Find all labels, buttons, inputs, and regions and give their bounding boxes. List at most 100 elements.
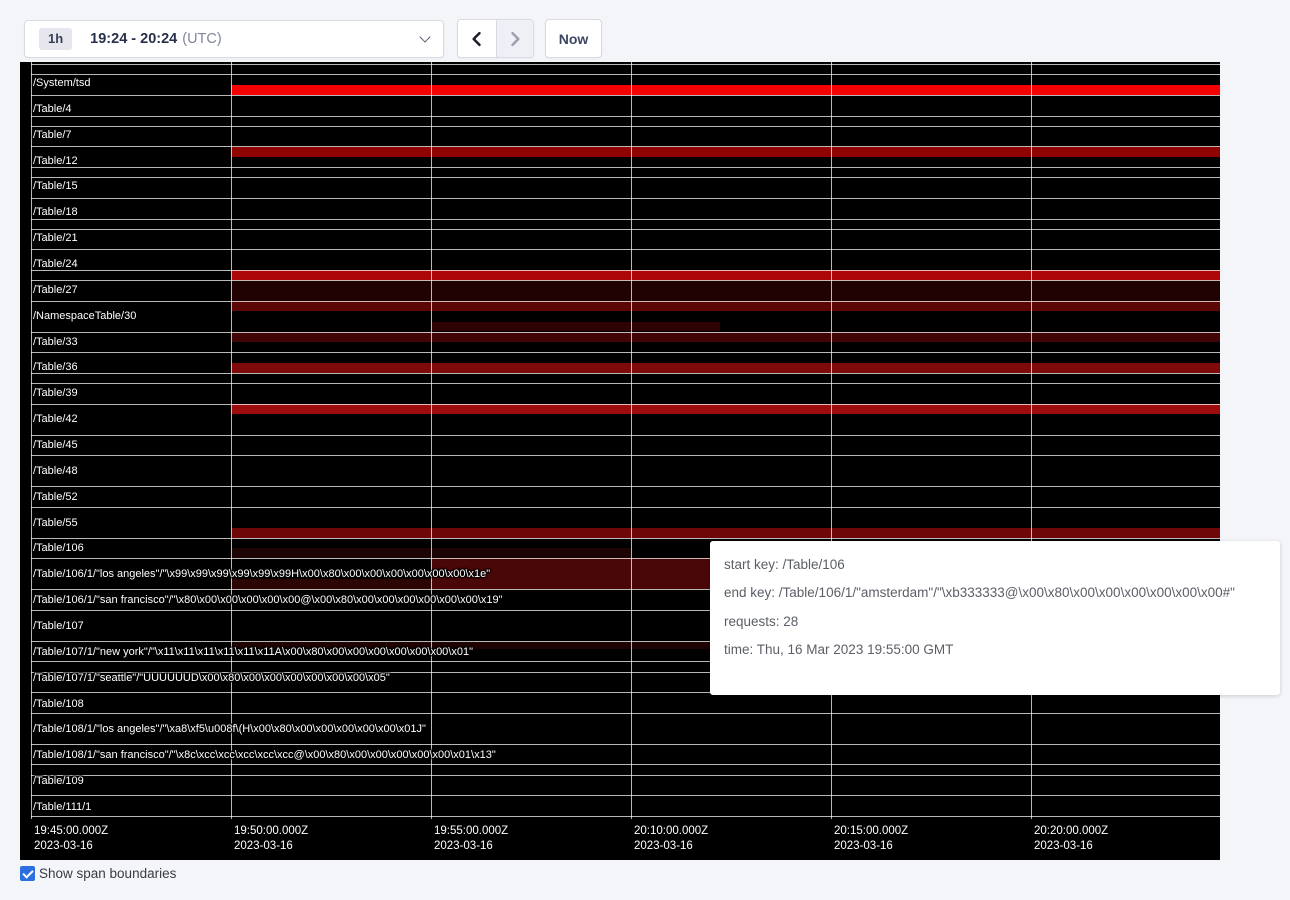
time-range-text: 19:24 - 20:24 (90, 31, 177, 47)
heat-band (231, 528, 1220, 538)
chevron-down-icon (419, 31, 430, 42)
span-boundary-line (31, 116, 1220, 117)
span-boundary-line (31, 538, 1220, 539)
show-span-boundaries-label: Show span boundaries (39, 866, 176, 882)
time-range-dropdown[interactable]: 1h 19:24 - 20:24 (UTC) (24, 20, 444, 58)
time-gridline (1031, 62, 1032, 819)
row-key-label: /System/tsd (33, 77, 90, 89)
span-boundary-line (31, 764, 1220, 765)
row-key-label: /Table/107 (33, 620, 84, 632)
span-boundary-line (31, 95, 1220, 96)
heat-band (231, 85, 1220, 95)
heat-band (231, 301, 1220, 311)
tooltip-start-key: start key: /Table/106 (724, 556, 1266, 573)
heat-band (231, 579, 431, 589)
row-key-label: /Table/24 (33, 258, 78, 270)
now-button[interactable]: Now (545, 19, 602, 58)
span-boundary-line (31, 507, 1220, 508)
heat-band (231, 270, 1220, 280)
tooltip-end-key: end key: /Table/106/1/"amsterdam"/"\xb33… (724, 584, 1266, 601)
span-boundary-line (31, 332, 1220, 333)
span-boundary-line (31, 744, 1220, 745)
axis-tick-label: 20:10:00.000Z 2023-03-16 (634, 824, 708, 854)
chevron-right-icon (505, 29, 525, 49)
span-tooltip: start key: /Table/106 end key: /Table/10… (710, 541, 1280, 695)
span-boundary-line (31, 435, 1220, 436)
span-boundary-line (31, 383, 1220, 384)
span-boundary-line (31, 270, 1220, 271)
span-boundary-line (31, 795, 1220, 796)
span-boundary-line (31, 74, 1220, 75)
span-boundary-line (31, 816, 1220, 817)
row-key-label: /Table/39 (33, 387, 78, 399)
axis-tick-label: 20:15:00.000Z 2023-03-16 (834, 824, 908, 854)
span-boundary-line (31, 167, 1220, 168)
tooltip-requests: requests: 28 (724, 613, 1266, 630)
row-key-label: /Table/12 (33, 155, 78, 167)
span-boundary-line (31, 713, 1220, 714)
row-key-label: /Table/108/1/"los angeles"/"\xa8\xf5\u00… (33, 723, 426, 735)
span-boundary-line (31, 126, 1220, 127)
prev-time-button[interactable] (458, 20, 496, 57)
span-boundary-line (31, 486, 1220, 487)
span-boundary-line (31, 404, 1220, 405)
row-key-label: /Table/109 (33, 775, 84, 787)
heat-band (231, 147, 1220, 157)
span-boundary-line (31, 198, 1220, 199)
row-key-label: /Table/42 (33, 413, 78, 425)
heat-band (231, 363, 1220, 373)
span-boundary-line (31, 352, 1220, 353)
span-boundary-line (31, 177, 1220, 178)
heat-band (231, 280, 1220, 301)
row-key-label: /Table/106 (33, 542, 84, 554)
row-key-label: /NamespaceTable/30 (33, 310, 136, 322)
span-boundary-line (31, 775, 1220, 776)
axis-tick-label: 19:55:00.000Z 2023-03-16 (434, 824, 508, 854)
row-key-label: /Table/15 (33, 180, 78, 192)
time-gridline (231, 62, 232, 819)
span-boundary-line (31, 249, 1220, 250)
row-key-label: /Table/108 (33, 698, 84, 710)
time-gridline (831, 62, 832, 819)
time-gridline (31, 62, 32, 819)
footer-controls: Show span boundaries (20, 866, 176, 882)
heat-band (231, 332, 1220, 342)
span-boundary-line (31, 280, 1220, 281)
tooltip-time: time: Thu, 16 Mar 2023 19:55:00 GMT (724, 641, 1266, 658)
row-key-label: /Table/106/1/"san francisco"/"\x80\x00\x… (33, 594, 503, 606)
row-key-label: /Table/7 (33, 129, 72, 141)
heat-band (231, 404, 1220, 414)
time-nav-group (457, 19, 534, 58)
row-key-label: /Table/27 (33, 284, 78, 296)
time-gridline (631, 62, 632, 819)
row-key-label: /Table/52 (33, 491, 78, 503)
next-time-button[interactable] (496, 20, 534, 57)
row-key-label: /Table/33 (33, 336, 78, 348)
chevron-left-icon (467, 29, 487, 49)
row-key-label: /Table/18 (33, 206, 78, 218)
axis-tick-label: 19:45:00.000Z 2023-03-16 (34, 824, 108, 854)
row-key-label: /Table/107/1/"seattle"/"UUUUUUD\x00\x80\… (33, 672, 390, 684)
row-key-label: /Table/4 (33, 103, 72, 115)
time-range-timezone: (UTC) (182, 31, 221, 47)
axis-tick-label: 20:20:00.000Z 2023-03-16 (1034, 824, 1108, 854)
span-boundary-line (31, 146, 1220, 147)
time-gridline (431, 62, 432, 819)
row-key-label: /Table/55 (33, 517, 78, 529)
key-visualizer-heatmap[interactable]: /System/tsd/Table/4/Table/7/Table/12/Tab… (20, 62, 1220, 860)
heat-band (431, 322, 720, 331)
row-key-label: /Table/45 (33, 439, 78, 451)
time-range-badge: 1h (39, 28, 72, 50)
row-key-label: /Table/108/1/"san francisco"/"\x8c\xcc\x… (33, 749, 496, 761)
span-boundary-line (31, 64, 1220, 65)
span-boundary-line (31, 455, 1220, 456)
row-key-label: /Table/107/1/"new york"/"\x11\x11\x11\x1… (33, 646, 473, 658)
row-key-label: /Table/106/1/"los angeles"/"\x99\x99\x99… (33, 568, 490, 580)
axis-tick-label: 19:50:00.000Z 2023-03-16 (234, 824, 308, 854)
row-key-label: /Table/21 (33, 232, 78, 244)
row-key-label: /Table/48 (33, 465, 78, 477)
show-span-boundaries-checkbox[interactable] (20, 866, 35, 881)
span-boundary-line (31, 219, 1220, 220)
span-boundary-line (31, 301, 1220, 302)
span-boundary-line (31, 229, 1220, 230)
